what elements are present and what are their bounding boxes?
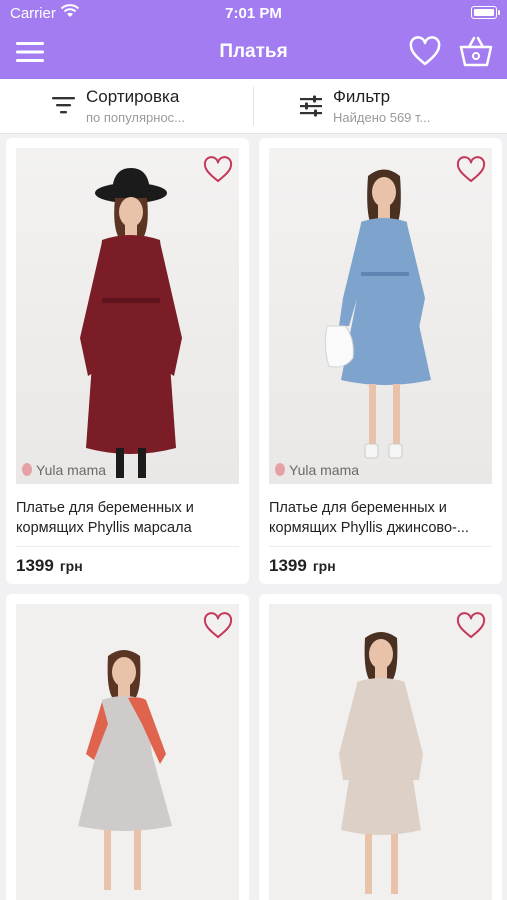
sort-value: по популярнос...: [86, 110, 186, 125]
favorite-heart-icon[interactable]: [203, 156, 233, 184]
product-photo[interactable]: [16, 604, 239, 900]
product-photo[interactable]: Yula mama: [16, 148, 239, 484]
product-name[interactable]: Платье для беременных и кормящих Phyllis…: [16, 498, 242, 538]
sort-filter-toolbar: Сортировка по популярнос... Фильтр Найде…: [0, 79, 507, 134]
sort-icon: [52, 95, 76, 120]
filter-button[interactable]: Фильтр Найдено 569 т...: [299, 79, 499, 134]
product-photo[interactable]: Yula mama: [269, 148, 492, 484]
product-card[interactable]: Yula mama Платье для беременных и кормящ…: [259, 138, 502, 584]
favorite-heart-icon[interactable]: [456, 156, 486, 184]
dress-illustration: [324, 169, 431, 459]
favorite-heart-icon[interactable]: [203, 612, 233, 640]
product-price: 1399 грн: [16, 556, 83, 575]
product-photo[interactable]: [269, 604, 492, 900]
status-bar: Carrier 7:01 PM: [0, 0, 507, 26]
clock: 7:01 PM: [225, 5, 282, 22]
brand-logo: Yula mama: [22, 462, 106, 478]
sort-label: Сортировка: [86, 87, 180, 106]
sort-button[interactable]: Сортировка по популярнос...: [52, 79, 242, 134]
nav-bar: Платья: [0, 26, 507, 79]
product-name[interactable]: Платье для беременных и кормящих Phyllis…: [269, 498, 495, 538]
basket-icon[interactable]: [458, 35, 494, 69]
product-price: 1399 грн: [269, 556, 336, 575]
divider: [269, 546, 492, 547]
dress-illustration: [80, 168, 182, 478]
favorite-heart-icon[interactable]: [456, 612, 486, 640]
filter-count: Найдено 569 т...: [333, 110, 431, 125]
brand-logo: Yula mama: [275, 462, 359, 478]
product-card[interactable]: [6, 594, 249, 900]
divider: [16, 546, 239, 547]
app-header: Carrier 7:01 PM Платья: [0, 0, 507, 79]
product-card[interactable]: [259, 594, 502, 900]
filter-label: Фильтр: [333, 87, 391, 106]
toolbar-divider: [253, 87, 254, 126]
favorites-heart-icon[interactable]: [408, 36, 442, 68]
filter-sliders-icon: [299, 95, 323, 122]
battery-icon: [471, 6, 500, 19]
product-card[interactable]: Yula mama Платье для беременных и кормящ…: [6, 138, 249, 584]
dress-illustration: [78, 650, 172, 890]
dress-illustration: [339, 632, 423, 894]
